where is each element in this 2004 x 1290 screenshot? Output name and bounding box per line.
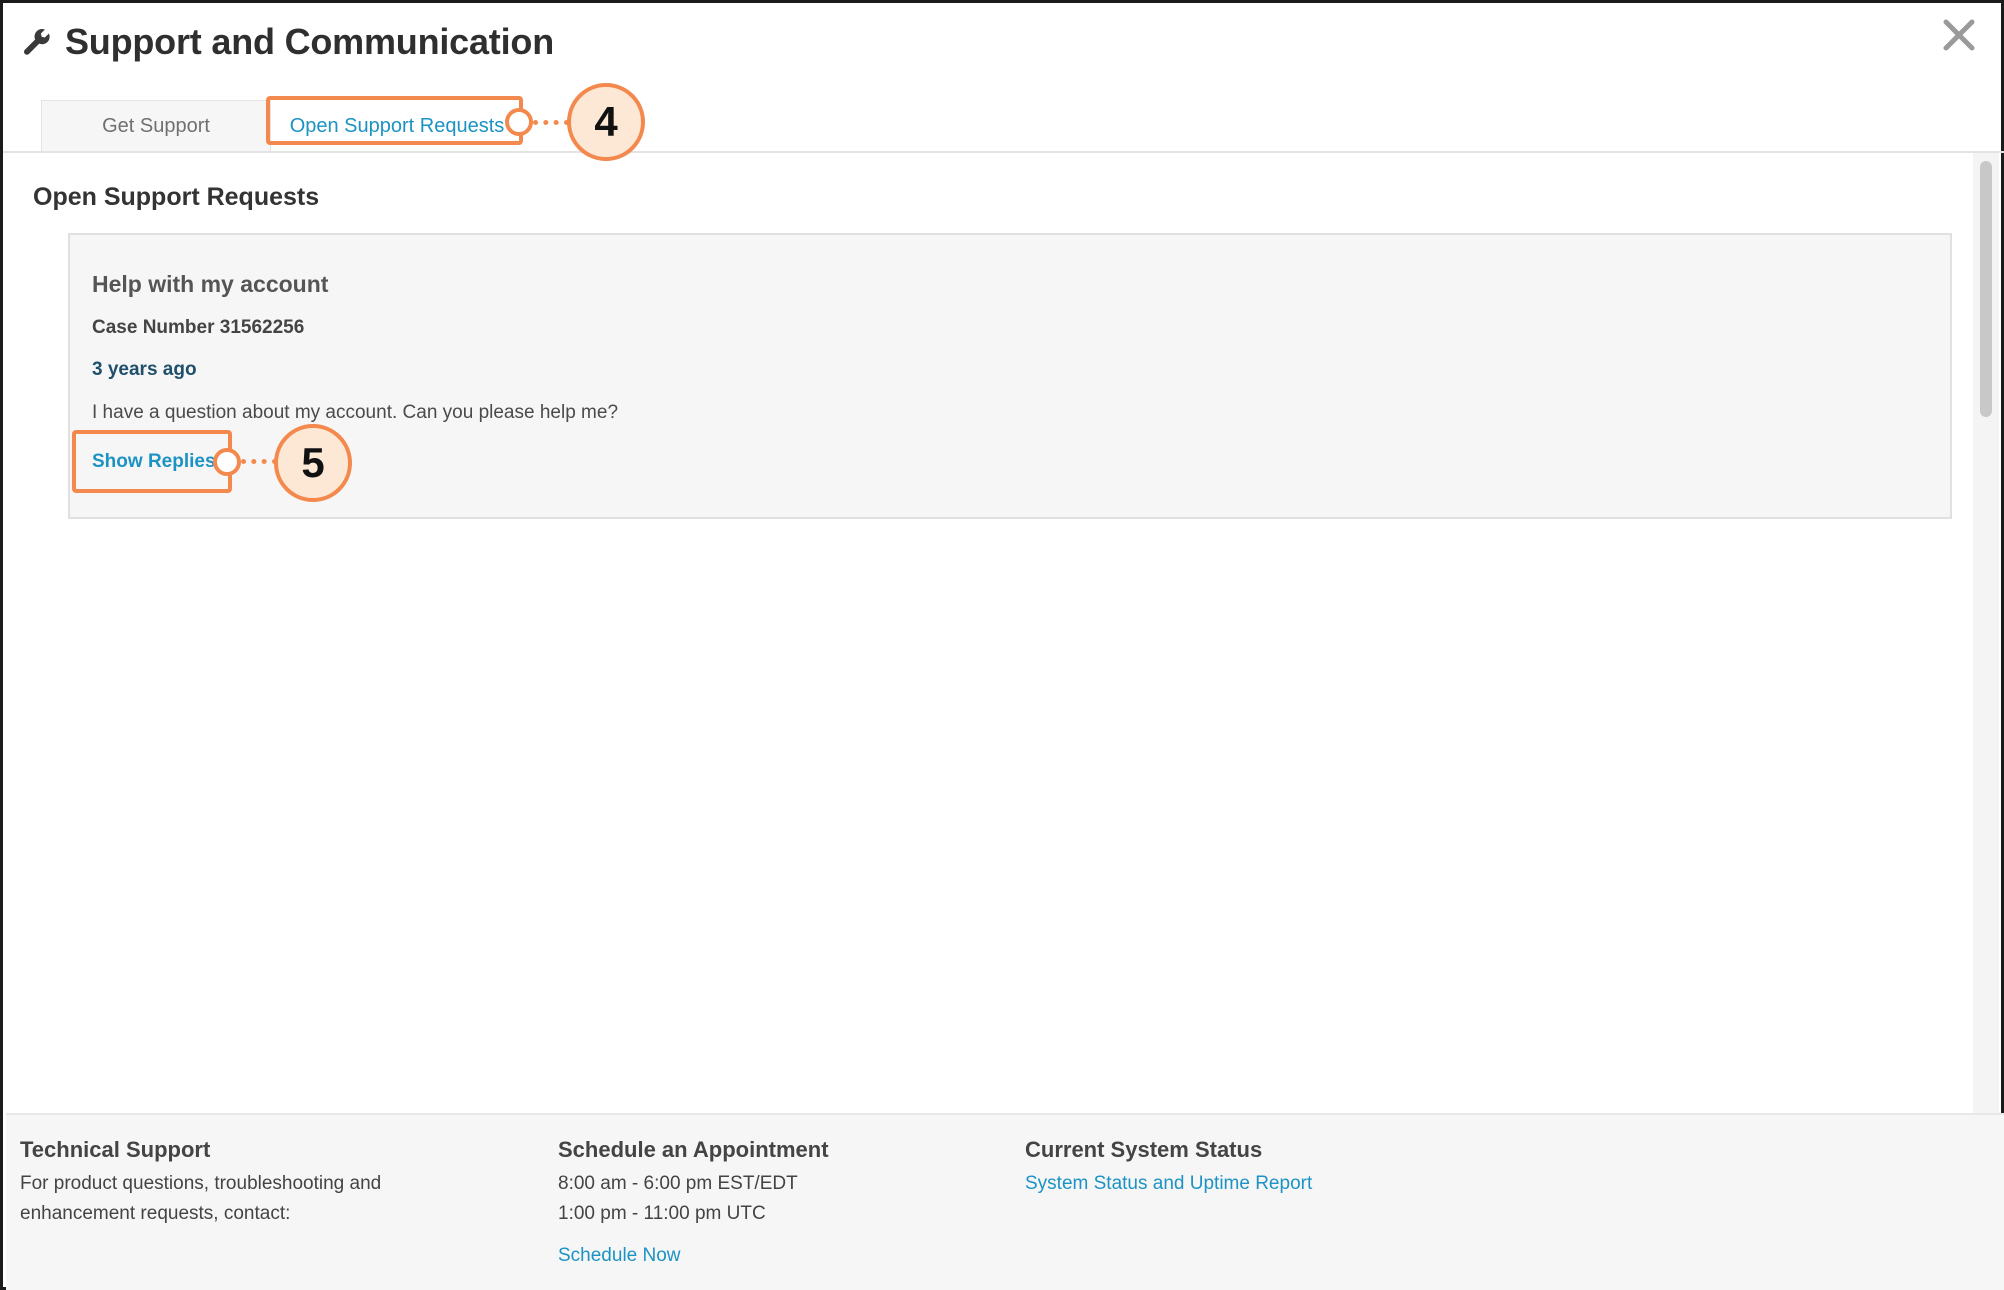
footer-heading: Technical Support — [20, 1137, 211, 1162]
close-icon — [1943, 19, 1975, 51]
footer-text: enhancement requests, contact: — [20, 1203, 291, 1224]
footer-schedule-appointment: Schedule an Appointment 8:00 am - 6:00 p… — [558, 1137, 829, 1271]
show-replies-highlight-box — [72, 430, 232, 493]
callout-connector-line — [241, 459, 277, 464]
dialog-title: Support and Communication — [65, 21, 554, 62]
section-title: Open Support Requests — [33, 183, 320, 211]
footer-heading: Current System Status — [1025, 1137, 1263, 1162]
close-button[interactable] — [1939, 15, 1979, 55]
callout-badge-4: 4 — [567, 83, 645, 161]
tab-label: Get Support — [102, 115, 210, 137]
footer-system-status: Current System Status System Status and … — [1025, 1137, 1312, 1199]
request-message: I have a question about my account. Can … — [92, 402, 619, 423]
callout-connector-knob — [505, 108, 533, 136]
footer-hours-local: 8:00 am - 6:00 pm EST/EDT — [558, 1173, 798, 1194]
wrench-icon — [21, 26, 53, 58]
callout-connector-knob — [213, 448, 241, 476]
footer-hours-utc: 1:00 pm - 11:00 pm UTC — [558, 1203, 766, 1224]
tab-get-support[interactable]: Get Support — [41, 100, 271, 152]
footer-technical-support: Technical Support For product questions,… — [20, 1137, 381, 1229]
case-number: Case Number 31562256 — [92, 317, 305, 338]
schedule-now-link[interactable]: Schedule Now — [558, 1241, 829, 1271]
callout-badge-5: 5 — [274, 424, 352, 502]
footer-heading: Schedule an Appointment — [558, 1137, 829, 1162]
vertical-scrollbar[interactable] — [1973, 153, 1999, 1113]
support-request-card: Help with my account Case Number 3156225… — [68, 233, 1952, 519]
dialog-header: Support and Communication — [21, 17, 554, 67]
footer-text: For product questions, troubleshooting a… — [20, 1173, 382, 1194]
callout-connector-line — [533, 120, 569, 125]
system-status-link[interactable]: System Status and Uptime Report — [1025, 1169, 1312, 1199]
dialog-footer: Technical Support For product questions,… — [6, 1113, 2004, 1290]
request-title: Help with my account — [92, 271, 329, 297]
request-age: 3 years ago — [92, 359, 197, 380]
scrollbar-thumb[interactable] — [1980, 161, 1992, 417]
requests-panel: Open Support Requests Help with my accou… — [3, 153, 1973, 1113]
tab-highlight-box — [266, 96, 523, 145]
support-dialog: Support and Communication Get Support Op… — [0, 0, 2004, 1290]
